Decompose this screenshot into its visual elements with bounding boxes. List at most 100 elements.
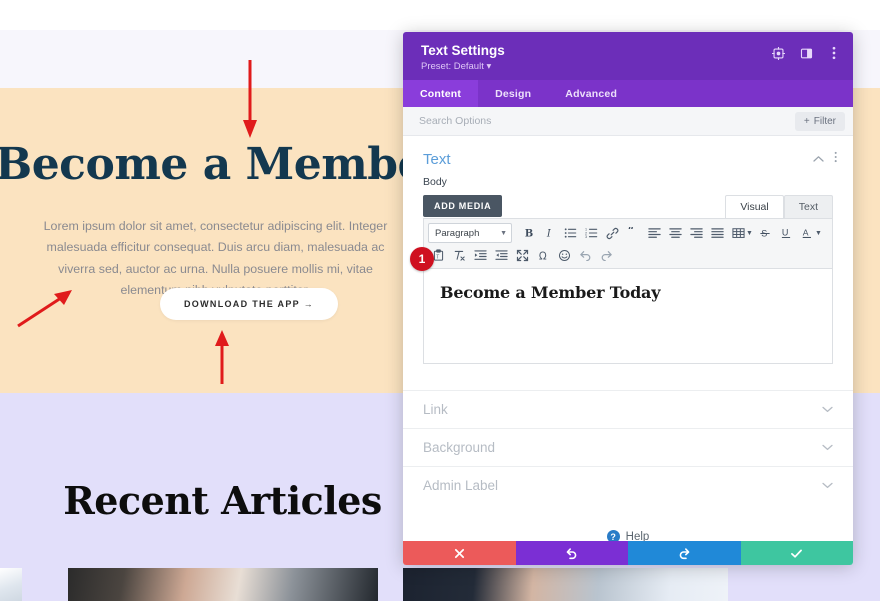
undo-arrow-icon bbox=[566, 547, 577, 559]
tab-text[interactable]: Text bbox=[783, 195, 833, 218]
hero-title: Become a Member Today bbox=[0, 142, 415, 189]
special-character-icon[interactable]: Ω bbox=[533, 245, 554, 265]
svg-text:3: 3 bbox=[585, 235, 587, 239]
panel-body: Text Body ADD MEDIA Visual Text Paragrap… bbox=[403, 136, 853, 541]
svg-text:A: A bbox=[803, 228, 809, 238]
recent-articles-title: Recent Articles bbox=[63, 478, 382, 523]
panel-footer bbox=[403, 541, 853, 565]
tab-content[interactable]: Content bbox=[403, 80, 479, 107]
help-row[interactable]: ? Help bbox=[403, 530, 853, 541]
align-center-icon[interactable] bbox=[665, 223, 686, 243]
accordion-background[interactable]: Background bbox=[403, 428, 853, 466]
outdent-icon[interactable] bbox=[470, 245, 491, 265]
undo-button[interactable] bbox=[515, 541, 628, 565]
clear-formatting-icon[interactable] bbox=[449, 245, 470, 265]
bulleted-list-icon[interactable] bbox=[560, 223, 581, 243]
paragraph-format-select[interactable]: Paragraph ▼ bbox=[428, 223, 512, 243]
svg-text:U: U bbox=[782, 228, 789, 238]
editor-toolbar: Paragraph ▼ B I 1 2 3 “ ▼ S U A ▼ T Ω bbox=[424, 219, 832, 269]
save-button[interactable] bbox=[740, 541, 853, 565]
svg-text:I: I bbox=[545, 228, 551, 239]
paragraph-format-label: Paragraph bbox=[435, 227, 480, 239]
underline-icon[interactable]: U bbox=[776, 223, 797, 243]
chevron-down-icon: ▼ bbox=[500, 229, 507, 237]
chevron-down-icon bbox=[822, 442, 833, 454]
section-title-text: Text bbox=[423, 150, 451, 168]
link-icon[interactable] bbox=[602, 223, 623, 243]
align-left-icon[interactable] bbox=[644, 223, 665, 243]
redo-arrow-icon bbox=[679, 547, 690, 559]
page-top-white-band bbox=[0, 0, 880, 30]
chevron-down-icon[interactable]: ▼ bbox=[815, 230, 822, 237]
annotation-arrow-up-button bbox=[215, 330, 229, 384]
accordion-link-label: Link bbox=[423, 402, 448, 417]
panel-header-icons bbox=[771, 46, 841, 60]
layout-split-icon[interactable] bbox=[799, 46, 813, 60]
editor-content-text: Become a Member Today bbox=[440, 283, 661, 302]
close-icon bbox=[454, 548, 464, 558]
align-justify-icon[interactable] bbox=[707, 223, 728, 243]
blockquote-icon[interactable]: “ bbox=[623, 223, 644, 243]
focus-target-icon[interactable] bbox=[771, 46, 785, 60]
fullscreen-icon[interactable] bbox=[512, 245, 533, 265]
numbered-list-icon[interactable]: 1 2 3 bbox=[581, 223, 602, 243]
bold-icon[interactable]: B bbox=[518, 223, 539, 243]
chevron-down-icon bbox=[822, 404, 833, 416]
accordion-background-label: Background bbox=[423, 440, 496, 455]
rich-text-editor: Paragraph ▼ B I 1 2 3 “ ▼ S U A ▼ T Ω Be… bbox=[423, 218, 833, 364]
plus-icon: + bbox=[803, 115, 810, 127]
redo-button[interactable] bbox=[628, 541, 741, 565]
body-field: Body ADD MEDIA Visual Text Paragraph ▼ B bbox=[403, 176, 853, 364]
editor-top-bar: ADD MEDIA Visual Text bbox=[423, 195, 833, 218]
text-section-header[interactable]: Text bbox=[403, 136, 853, 176]
search-options-bar: + Filter bbox=[403, 107, 853, 136]
panel-header: Text Settings Preset: Default ▾ bbox=[403, 32, 853, 80]
tab-visual[interactable]: Visual bbox=[725, 195, 784, 218]
editor-content-area[interactable]: Become a Member Today bbox=[424, 269, 832, 363]
emoji-icon[interactable] bbox=[554, 245, 575, 265]
search-input[interactable] bbox=[417, 114, 795, 128]
cancel-button[interactable] bbox=[403, 541, 516, 565]
chevron-down-icon bbox=[822, 480, 833, 492]
section-header-icons bbox=[812, 150, 837, 168]
accordion-admin-label-label: Admin Label bbox=[423, 478, 499, 493]
kebab-menu-icon[interactable] bbox=[834, 150, 837, 168]
annotation-arrow-diagonal bbox=[17, 290, 72, 328]
svg-text:B: B bbox=[524, 228, 532, 239]
text-settings-panel: Text Settings Preset: Default ▾ Content … bbox=[403, 32, 853, 565]
annotation-arrow-down-top bbox=[243, 60, 257, 138]
panel-preset-selector[interactable]: Preset: Default ▾ bbox=[421, 60, 839, 74]
article-thumbnail[interactable] bbox=[403, 568, 728, 601]
italic-icon[interactable]: I bbox=[539, 223, 560, 243]
panel-tabs: Content Design Advanced bbox=[403, 80, 853, 107]
download-the-app-button[interactable]: DOWNLOAD THE APP → bbox=[160, 288, 338, 320]
strikethrough-icon[interactable]: S bbox=[755, 223, 776, 243]
filter-button[interactable]: + Filter bbox=[794, 111, 845, 131]
accordion-link[interactable]: Link bbox=[403, 390, 853, 428]
editor-toolbar-row-2: T Ω bbox=[428, 244, 828, 266]
tab-advanced[interactable]: Advanced bbox=[548, 80, 634, 107]
svg-text:T: T bbox=[436, 254, 439, 260]
chevron-up-icon[interactable] bbox=[812, 150, 824, 168]
checkmark-icon bbox=[791, 549, 803, 558]
body-field-label: Body bbox=[423, 176, 447, 188]
indent-icon[interactable] bbox=[491, 245, 512, 265]
tab-design[interactable]: Design bbox=[478, 80, 548, 107]
article-thumbnail[interactable] bbox=[0, 568, 22, 601]
step-badge-1: 1 bbox=[410, 247, 434, 271]
editor-toolbar-row-1: Paragraph ▼ B I 1 2 3 “ ▼ S U A ▼ bbox=[428, 222, 828, 244]
question-mark-icon: ? bbox=[606, 530, 620, 541]
accordion-admin-label[interactable]: Admin Label bbox=[403, 466, 853, 504]
help-link-label: Help bbox=[625, 530, 650, 542]
add-media-button[interactable]: ADD MEDIA bbox=[423, 195, 503, 217]
article-thumbnail[interactable] bbox=[68, 568, 378, 601]
svg-text:Ω: Ω bbox=[539, 251, 547, 261]
undo-icon[interactable] bbox=[575, 245, 596, 265]
filter-button-label: Filter bbox=[813, 115, 836, 127]
kebab-menu-icon[interactable] bbox=[827, 46, 841, 60]
chevron-down-icon[interactable]: ▼ bbox=[746, 230, 753, 237]
align-right-icon[interactable] bbox=[686, 223, 707, 243]
redo-icon[interactable] bbox=[596, 245, 617, 265]
editor-mode-tabs: Visual Text bbox=[725, 195, 833, 218]
svg-text:“: “ bbox=[628, 227, 634, 237]
